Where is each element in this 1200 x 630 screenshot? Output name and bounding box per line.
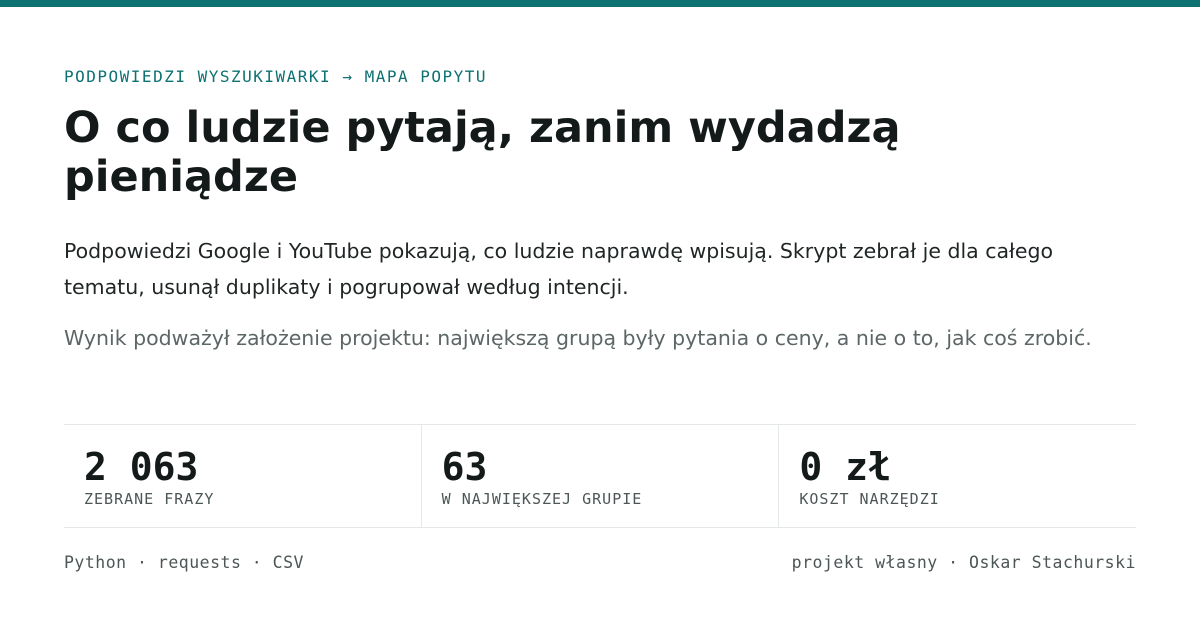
stat-tool-cost: 0 zł KOSZT NARZĘDZI bbox=[778, 425, 1136, 527]
stat-value: 2 063 bbox=[84, 445, 199, 489]
finding-note: Wynik podważył założenie projektu: najwi… bbox=[64, 326, 1092, 350]
author-credit: projekt własny · Oskar Stachurski bbox=[791, 553, 1136, 572]
kicker: PODPOWIEDZI WYSZUKIWARKI → MAPA POPYTU bbox=[64, 67, 488, 86]
accent-top-bar bbox=[0, 0, 1200, 7]
stat-label: W NAJWIĘKSZEJ GRUPIE bbox=[441, 490, 643, 508]
page-title: O co ludzie pytają, zanim wydadzą pienią… bbox=[64, 103, 901, 202]
stat-value: 0 zł bbox=[799, 445, 891, 489]
tech-stack: Python · requests · CSV bbox=[64, 553, 304, 572]
stat-label: KOSZT NARZĘDZI bbox=[799, 490, 940, 508]
stat-collected-phrases: 2 063 ZEBRANE FRAZY bbox=[64, 425, 421, 527]
stat-value: 63 bbox=[441, 445, 488, 489]
stat-largest-group: 63 W NAJWIĘKSZEJ GRUPIE bbox=[420, 425, 779, 527]
lead-paragraph: Podpowiedzi Google i YouTube pokazują, c… bbox=[64, 239, 1054, 299]
stat-label: ZEBRANE FRAZY bbox=[84, 490, 215, 508]
stats-row: 2 063 ZEBRANE FRAZY 63 W NAJWIĘKSZEJ GRU… bbox=[64, 424, 1136, 528]
